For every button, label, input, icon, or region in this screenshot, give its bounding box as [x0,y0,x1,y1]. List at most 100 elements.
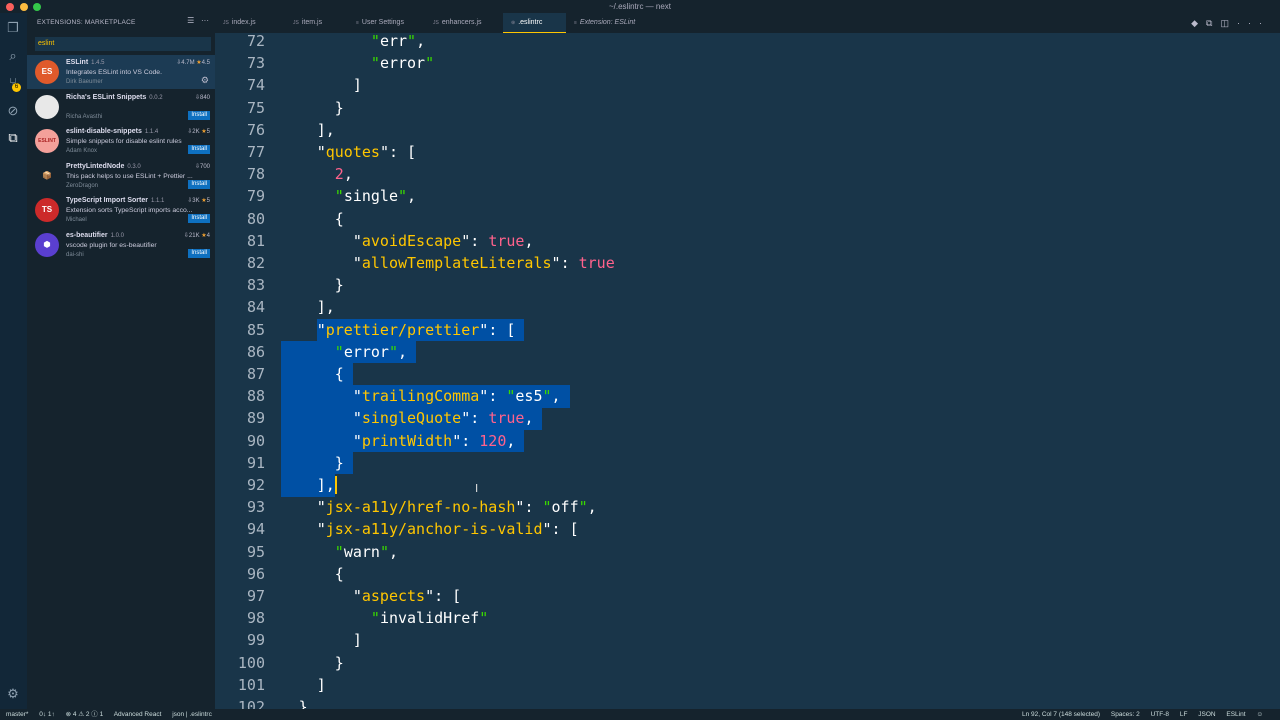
extension-item[interactable]: 📦 PrettyLintedNode 0.3.0 This pack helps to… [27,159,215,193]
tab-user-settings[interactable]: ≡ User Settings [348,13,425,33]
line-number: 87 [246,365,265,383]
language-file[interactable]: json | .eslintrc [172,711,212,718]
search-icon[interactable]: ⌕ [5,48,21,64]
line-number: 84 [246,298,265,317]
file-type-icon: ⊛ [511,20,516,26]
file-type-icon: JS [433,20,439,26]
preview-icon[interactable]: ⧉ [1206,18,1220,28]
install-button[interactable]: Install [188,110,210,120]
source-control-icon[interactable]: ⑂ 6 [5,75,21,92]
punctuation: } [334,653,344,672]
install-button[interactable]: Install [188,179,210,189]
punctuation: : [470,231,489,250]
json-key: allowTemplateLiterals [361,254,552,272]
project-name[interactable]: Advanced React [114,711,162,718]
extension-author: Richa Avasthi [66,113,103,120]
line-number: 92 [246,476,265,494]
tab-item-js[interactable]: JS item.js [285,13,348,33]
extensions-icon[interactable]: ⧉ [5,130,21,146]
code-text: ], [281,119,335,141]
download-count: 21K [188,232,200,239]
code-editor[interactable]: 72 "err", 73 "error" 74 ] 75 } 76 ], 77 "quot… [215,33,1280,709]
encoding[interactable]: UTF-8 [1151,711,1169,718]
install-button[interactable]: Install [188,145,210,154]
extension-item[interactable]: TS TypeScript Import Sorter 1.1.1 Extension… [27,193,215,227]
download-count: 2K [192,129,200,135]
extension-stats: ⇩840 [194,94,210,101]
star-icon: ★ [199,198,207,204]
mouse-ibeam-cursor: I [475,482,479,495]
punctuation: : [ [388,143,417,161]
explorer-icon[interactable]: ❐ [5,20,21,36]
line-number: 90 [246,431,265,450]
json-string: es5 [515,387,543,406]
tab-enhancers-js[interactable]: JS enhancers.js [425,13,503,33]
code-text: } [281,274,344,296]
line-number: 101 [237,675,265,694]
extension-name-text: es-beautifier [66,231,108,239]
extension-author: Michael [66,217,87,223]
language-mode[interactable]: JSON [1198,711,1215,718]
tab--eslintrc[interactable]: ⊛ .eslintrc [503,13,566,33]
git-branch[interactable]: master* [6,711,28,718]
json-string: off [551,498,579,517]
extension-search-input[interactable]: eslint [35,37,211,51]
split-editor-icon[interactable]: ◫ [1220,18,1237,28]
line-number: 91 [246,453,265,472]
open-changes-icon[interactable]: ◆ [1191,18,1206,28]
clear-extensions-icon[interactable]: ☰ [187,16,194,25]
code-line: 80 { [215,208,1280,230]
line-number: 74 [246,76,265,95]
cursor-position[interactable]: Ln 92, Col 7 (148 selected) [1022,711,1100,718]
more-actions-icon[interactable]: ··· [201,16,209,25]
code-text: { [281,363,344,385]
extension-description: This pack helps to use ESLint + Prettier… [66,172,193,180]
minimize-window-button[interactable] [20,3,28,11]
install-button[interactable]: Install [188,248,210,258]
eslint-status[interactable]: ESLint [1226,711,1245,718]
more-actions-icon[interactable]: ··· [1237,18,1270,28]
line-number: 88 [246,387,265,406]
tab-extension-eslint[interactable]: ≡ Extension: ESLint [566,13,666,33]
debug-icon[interactable]: ⊘ [5,103,21,119]
line-number: 78 [246,165,265,184]
git-sync[interactable]: 0↓ 1↑ [39,711,55,718]
punctuation: : [560,254,579,272]
punctuation: : [470,409,489,428]
file-type-icon: ≡ [574,20,577,26]
code-text: "error", [334,342,408,361]
code-line: 84 ], [215,296,1280,318]
extension-icon: 📦 [42,170,52,180]
maximize-window-button[interactable] [33,3,41,11]
json-string: error [343,342,389,361]
line-number: 96 [246,564,265,583]
status-bar: master* 0↓ 1↑ ⊗ 4 ⚠ 2 ⓘ 1 Advanced React… [0,709,1280,720]
extension-item[interactable]: ⬢ es-beautifier 1.0.0 vscode plugin for es-… [27,228,215,262]
json-key: avoidEscape [361,231,462,250]
end-of-line[interactable]: LF [1180,711,1188,718]
problems-count[interactable]: ⊗ 4 ⚠ 2 ⓘ 1 [66,711,104,718]
code-text: "allowTemplateLiterals": true [352,254,615,272]
close-window-button[interactable] [6,3,14,11]
line-number: 98 [246,609,265,628]
install-button[interactable]: Install [188,214,210,223]
code-line: 87 { [215,363,1280,386]
extension-item[interactable]: Richa's ESLint Snippets 0.0.2 Richa Avasth… [27,90,215,124]
manage-gear-icon[interactable]: ⚙ [201,75,209,86]
settings-gear-icon[interactable]: ⚙ [5,686,21,702]
extension-item[interactable]: ESLINT eslint-disable-snippets 1.1.4 Simple… [27,124,215,158]
text-cursor [334,476,337,494]
line-number: 82 [246,254,265,272]
extensions-sidebar: EXTENSIONS: MARKETPLACE ☰ ··· eslint ES E… [27,13,215,709]
punctuation: , [398,342,408,361]
extension-name-text: eslint-disable-snippets [66,128,142,135]
extension-item[interactable]: ES ESLint 1.4.5 Integrates ESLint into VS C… [27,55,215,89]
indentation[interactable]: Spaces: 2 [1111,711,1140,718]
code-text: } [281,652,344,674]
feedback-icon[interactable]: ☺ [1256,711,1263,718]
download-count: 840 [199,94,210,101]
extension-name: Richa's ESLint Snippets 0.0.2 [66,94,163,101]
code-line: 92 ], [215,474,1280,497]
code-text: } [281,696,308,709]
tab-index-js[interactable]: JS index.js [215,13,285,33]
